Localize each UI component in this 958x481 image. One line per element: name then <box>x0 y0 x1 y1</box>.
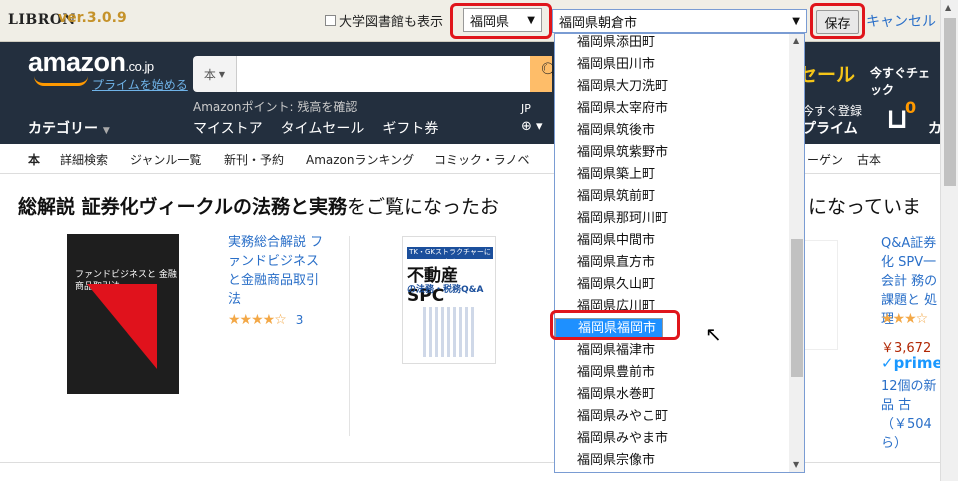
dropdown-option[interactable]: 福岡県筑紫野市 <box>555 142 789 164</box>
heading-tail: になっていま <box>808 196 922 218</box>
book3-cover[interactable] <box>800 240 838 350</box>
prefecture-value: 福岡県 <box>470 14 510 30</box>
page-scrollbar[interactable]: ▲ <box>940 0 958 481</box>
dropdown-option[interactable]: 福岡県直方市 <box>555 252 789 274</box>
categories-label: カテゴリー <box>28 121 98 137</box>
book1-rating[interactable]: ★★★★☆ 3 <box>228 312 303 328</box>
categories-menu[interactable]: カテゴリー ▼ <box>28 118 110 138</box>
search-input[interactable] <box>237 56 537 92</box>
dropdown-option[interactable]: 福岡県久山町 <box>555 274 789 296</box>
chevron-down-icon: ▼ <box>527 14 535 26</box>
dropdown-option[interactable]: 福岡県みやま市 <box>555 428 789 450</box>
search-category-label: 本 <box>203 67 216 82</box>
logo-tld: .co.jp <box>125 59 155 74</box>
subnav-bargain[interactable]: ーゲン <box>807 151 843 168</box>
dropdown-option[interactable]: 福岡県太宰府市 <box>555 98 789 120</box>
nav-gift-card[interactable]: ギフト券 <box>382 118 438 138</box>
star-rating-icon: ★★★★☆ <box>228 312 287 328</box>
subnav-used[interactable]: 古本 <box>857 151 881 168</box>
subnav-ranking[interactable]: Amazonランキング <box>306 151 414 168</box>
dropdown-option[interactable]: 福岡県みやこ町 <box>555 406 789 428</box>
dropdown-option[interactable]: 福岡県福津市 <box>555 340 789 362</box>
chevron-down-icon: ▼ <box>792 15 800 27</box>
scroll-thumb[interactable] <box>944 18 956 186</box>
sale-banner[interactable]: セール <box>798 60 855 87</box>
dropdown-option[interactable]: 福岡県築上町 <box>555 164 789 186</box>
register-now[interactable]: 今すぐ登録 <box>802 102 862 119</box>
header-nav: マイストア タイムセール ギフト券 <box>193 118 438 138</box>
caret-down-icon: ▼ <box>218 69 226 79</box>
building-image <box>423 307 477 357</box>
dropdown-option[interactable]: 福岡県筑前町 <box>555 186 789 208</box>
dropdown-option[interactable]: 福岡県田川市 <box>555 54 789 76</box>
book2-cover-sub: の法務・税務Q&A <box>407 285 484 295</box>
prime-badge: ✓prime <box>881 354 943 372</box>
libron-version: ver.3.0.9 <box>58 10 127 26</box>
checkbox-box[interactable] <box>325 15 336 26</box>
scroll-thumb[interactable] <box>791 239 803 377</box>
cover-triangle <box>87 284 157 369</box>
points-link[interactable]: Amazonポイント: 残高を確認 <box>193 98 357 115</box>
prefecture-select[interactable]: 福岡県 ▼ <box>463 8 542 32</box>
smile-icon <box>34 76 88 86</box>
book1-title-link[interactable]: 実務総合解説 ファンドビジネスと金融商品取引法 <box>228 233 328 309</box>
heading-text: をご覧になったお <box>347 196 500 218</box>
language-code[interactable]: JP <box>521 102 531 115</box>
subnav-advanced-search[interactable]: 詳細検索 <box>60 151 108 168</box>
prime-menu[interactable]: プライム <box>802 118 858 138</box>
book2-cover[interactable]: TK・GKストラクチャーによる 不動産SPC の法務・税務Q&A <box>402 236 496 364</box>
review-count[interactable]: 3 <box>296 313 304 327</box>
dropdown-option[interactable]: 福岡県那珂川町 <box>555 208 789 230</box>
cancel-link[interactable]: キャンセル <box>866 11 936 31</box>
scroll-up-icon[interactable]: ▲ <box>945 3 951 12</box>
nav-time-sale[interactable]: タイムセール <box>281 118 365 138</box>
dropdown-option[interactable]: 福岡県筑後市 <box>555 120 789 142</box>
dropdown-option[interactable]: 福岡県豊前市 <box>555 362 789 384</box>
book2-banner: TK・GKストラクチャーによる <box>407 247 493 266</box>
subnav-books[interactable]: 本 <box>28 151 40 168</box>
subnav-genres[interactable]: ジャンル一覧 <box>130 151 201 168</box>
caret-down-icon: ▼ <box>102 126 110 136</box>
dropdown-scrollbar[interactable]: ▲ ▼ <box>789 34 804 472</box>
cart-count: 0 <box>905 98 917 117</box>
dropdown-option[interactable]: 福岡県大刀洗町 <box>555 76 789 98</box>
check-now-link[interactable]: 今すぐチェック <box>870 64 940 98</box>
checkbox-label: 大学図書館も表示 <box>339 15 444 30</box>
star-rating-icon: ★★★☆ <box>881 311 928 327</box>
selected-city-highlight <box>550 310 680 340</box>
search-button[interactable]: 🔍︎ <box>530 56 562 92</box>
dropdown-option[interactable]: 福岡県宗像市 <box>555 450 789 472</box>
city-dropdown-list[interactable]: 福岡県添田町 福岡県田川市 福岡県大刀洗町 福岡県太宰府市 福岡県筑後市 福岡県筑紫野市福… <box>554 33 805 473</box>
nav-my-store[interactable]: マイストア <box>193 118 263 138</box>
save-button[interactable]: 保存 <box>816 10 859 34</box>
recommendation-heading: 総解説 証券化ヴィークルの法務と実務をご覧になったお <box>18 192 499 219</box>
scroll-down-icon[interactable]: ▼ <box>793 460 799 469</box>
dropdown-items: 福岡県添田町 福岡県田川市 福岡県大刀洗町 福岡県太宰府市 福岡県筑後市 福岡県筑紫野市福… <box>555 34 789 472</box>
book1-cover[interactable]: ファンドビジネスと 金融商品取引法 <box>67 234 179 394</box>
dropdown-option[interactable]: 福岡県添田町 <box>555 34 789 54</box>
university-library-checkbox[interactable]: 大学図書館も表示 <box>325 11 443 30</box>
divider <box>349 236 350 436</box>
amazon-logo[interactable]: amazon.co.jp <box>28 47 154 78</box>
subnav-comics[interactable]: コミック・ラノベ <box>434 151 530 168</box>
city-select[interactable]: 福岡県朝倉市 ▼ <box>552 9 807 33</box>
search-category-select[interactable]: 本 ▼ <box>193 56 237 92</box>
logo-text: amazon <box>28 47 126 77</box>
scroll-up-icon[interactable]: ▲ <box>793 36 799 45</box>
book4-offers-link[interactable]: 12個の新品 古（￥504 ら） <box>881 377 941 453</box>
dropdown-option[interactable]: 福岡県水巻町 <box>555 384 789 406</box>
globe-icon[interactable]: ⊕ ▾ <box>521 119 543 134</box>
dropdown-option[interactable]: 福岡県中間市 <box>555 230 789 252</box>
subnav-new-releases[interactable]: 新刊・予約 <box>224 151 284 168</box>
city-value: 福岡県朝倉市 <box>559 15 638 31</box>
prime-start-link[interactable]: プライムを始める <box>92 76 188 93</box>
mouse-cursor-icon: ↖ <box>705 322 722 346</box>
viewed-book-title: 総解説 証券化ヴィークルの法務と実務 <box>18 196 348 218</box>
